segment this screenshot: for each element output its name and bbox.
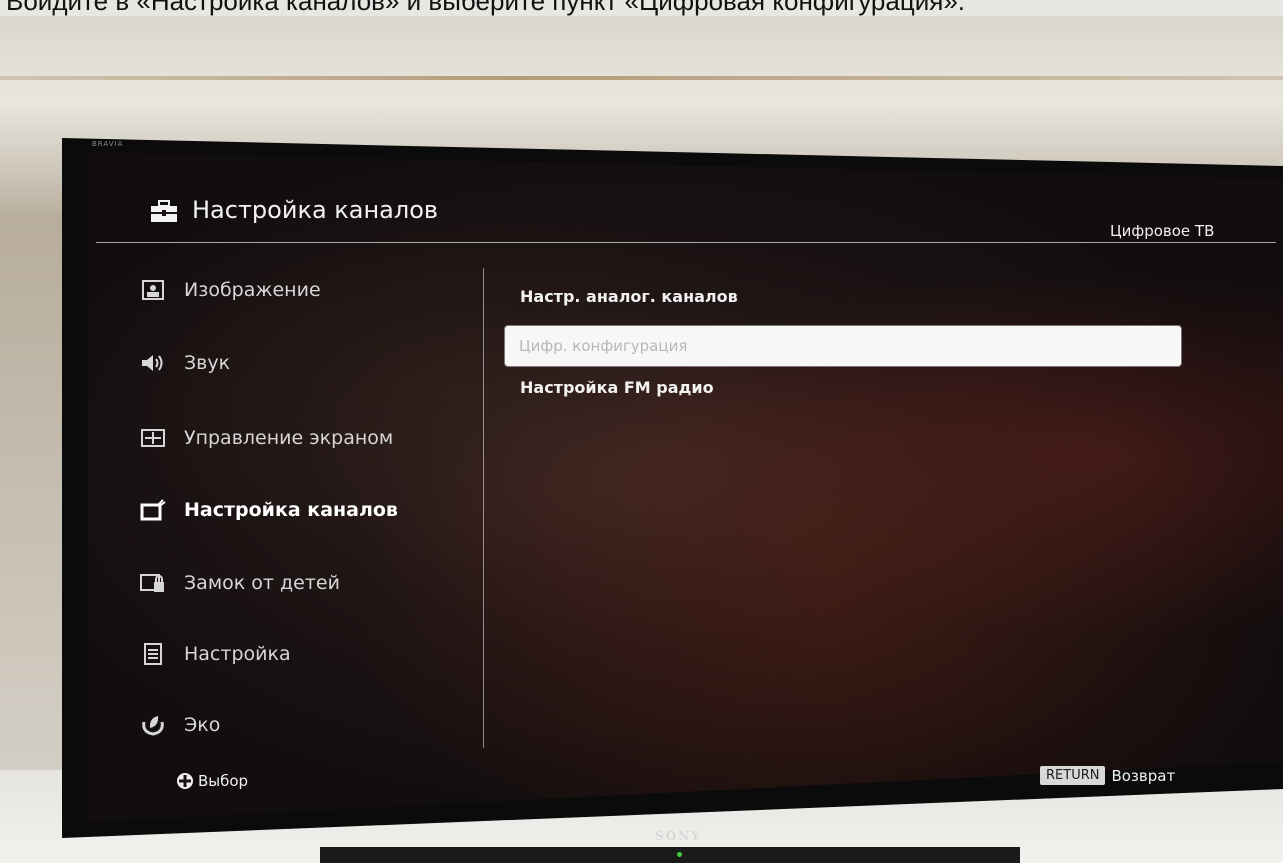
sidebar-item-label: Изображение (184, 279, 321, 301)
header-divider (96, 242, 1276, 243)
input-source-label: Цифровое ТВ (1110, 222, 1215, 240)
picture-icon (140, 279, 166, 301)
sidebar-item-label: Настройка каналов (184, 499, 398, 521)
dpad-icon (176, 772, 194, 790)
sidebar-item-label: Замок от детей (184, 572, 340, 594)
menu-item-digital-config[interactable]: Цифр. конфигурация (505, 326, 1181, 366)
sidebar-item-eco[interactable]: Эко (140, 707, 220, 743)
screen-control-icon (140, 427, 166, 449)
menu-item-analog-channels[interactable]: Настр. аналог. каналов (520, 287, 738, 306)
page-title: Настройка каналов (192, 196, 439, 224)
sidebar-item-settings[interactable]: Настройка (140, 636, 291, 672)
parental-lock-icon (140, 572, 166, 594)
sidebar-item-picture[interactable]: Изображение (140, 272, 321, 308)
sidebar-item-parental-lock[interactable]: Замок от детей (140, 565, 340, 601)
select-label: Выбор (198, 772, 249, 790)
sidebar-item-label: Эко (184, 714, 221, 736)
speaker-icon (140, 352, 166, 374)
toolbox-icon (150, 200, 178, 224)
tv-menu: Настройка каналов Цифровое ТВ Изображени… (0, 0, 1283, 863)
menu-item-fm-radio[interactable]: Настройка FM радио (520, 378, 714, 397)
eco-leaf-icon (140, 714, 166, 736)
select-hint: Выбор (176, 772, 248, 790)
return-hint: RETURN Возврат (1040, 766, 1175, 785)
return-label: Возврат (1111, 766, 1176, 785)
menu-item-label: Цифр. конфигурация (519, 337, 688, 355)
sidebar-item-channel-setup[interactable]: Настройка каналов (140, 492, 398, 528)
sidebar-item-label: Управление экраном (184, 427, 394, 449)
settings-list-icon (140, 643, 166, 665)
return-key: RETURN (1040, 766, 1106, 785)
sidebar-item-screen-control[interactable]: Управление экраном (140, 420, 393, 456)
sidebar-item-label: Звук (184, 352, 231, 374)
column-divider (483, 268, 484, 748)
sidebar-item-label: Настройка (184, 643, 291, 665)
sidebar-item-sound[interactable]: Звук (140, 345, 230, 381)
channel-setup-icon (140, 499, 166, 521)
